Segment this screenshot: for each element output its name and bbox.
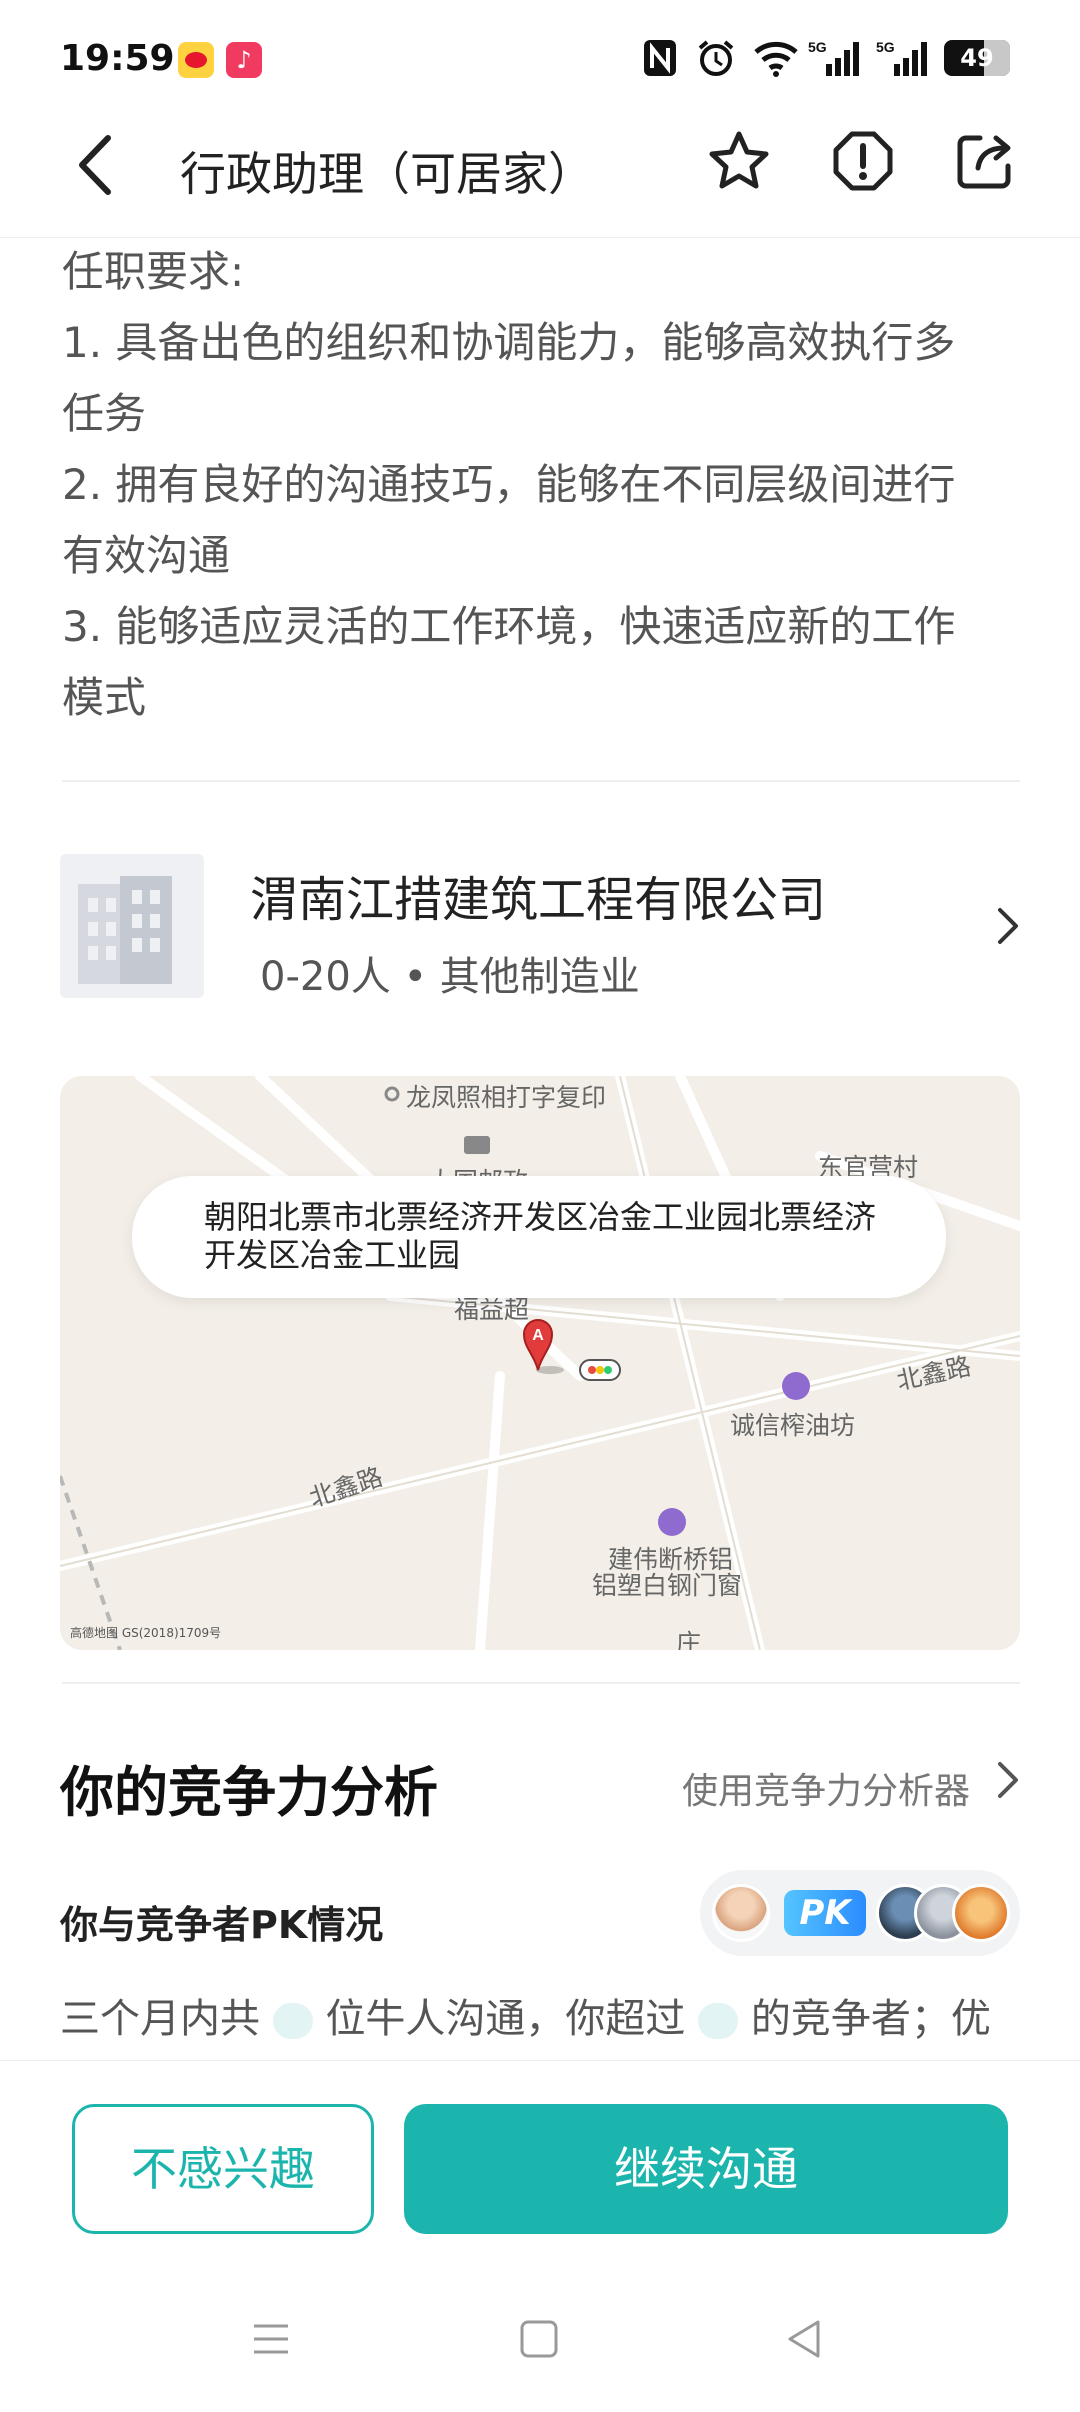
chevron-right-icon[interactable] xyxy=(994,904,1024,952)
music-icon: ♪ xyxy=(226,42,262,78)
map-poi-label: 诚信榨油坊 xyxy=(730,1411,856,1440)
blurred-value xyxy=(698,2003,739,2039)
page-title: 行政助理（可居家） xyxy=(180,147,594,201)
requirements-heading: 任职要求: xyxy=(62,247,245,296)
wifi-icon xyxy=(752,38,798,78)
battery-icon: 49 xyxy=(944,40,1010,76)
weibo-icon xyxy=(178,42,214,78)
back-nav-icon[interactable] xyxy=(784,2318,826,2364)
home-nav-icon[interactable] xyxy=(518,2318,560,2364)
summary-text: 位牛人沟通，你超过 xyxy=(325,1996,686,2042)
share-icon[interactable] xyxy=(952,128,1018,194)
competition-title: 你的竞争力分析 xyxy=(60,1761,438,1824)
signal-1-label: 5G xyxy=(808,39,827,55)
battery-level: 49 xyxy=(960,44,994,72)
status-time: 19:59 xyxy=(60,38,175,79)
back-arrow-icon[interactable] xyxy=(70,130,120,204)
map-pin-label: A xyxy=(532,1327,544,1344)
company-logo[interactable] xyxy=(60,854,204,998)
signal-icon: 5G xyxy=(808,38,860,78)
company-meta: 0-20人 • 其他制造业 xyxy=(260,954,640,1000)
map-poi-label: 庄 xyxy=(676,1629,702,1650)
competition-analyzer-link[interactable]: 使用竞争力分析器 xyxy=(682,1762,970,1814)
location-map[interactable]: 龙凤照相打字复印 大国邮政 东官营村 福益超 诚信榨油坊 北鑫路 北鑫路 建伟断… xyxy=(60,1076,1020,1650)
summary-text: 的竞争者；优 xyxy=(750,1996,991,2042)
pk-badge: PK xyxy=(784,1890,866,1936)
continue-chat-button[interactable]: 继续沟通 xyxy=(404,2104,1008,2234)
star-icon[interactable] xyxy=(706,128,772,194)
map-pin-icon: A xyxy=(520,1314,568,1378)
divider xyxy=(62,1682,1020,1684)
chevron-right-icon[interactable] xyxy=(994,1758,1024,1806)
signal-2-label: 5G xyxy=(876,39,895,55)
requirement-line: 有效沟通 xyxy=(62,531,231,580)
competition-summary: 三个月内共 位牛人沟通，你超过 的竞争者；优 xyxy=(60,1986,1020,2044)
not-interested-button[interactable]: 不感兴趣 xyxy=(72,2104,374,2234)
summary-text: 三个月内共 xyxy=(60,1996,260,2042)
job-requirements: 任职要求: 1. 具备出色的组织和协调能力，能够高效执行多 任务 2. 拥有良好… xyxy=(62,236,1022,733)
status-icons: 5G 5G 49 xyxy=(640,38,1010,78)
address-bubble[interactable]: 朝阳北票市北票经济开发区冶金工业园北票经济开发区冶金工业园 xyxy=(132,1176,946,1298)
menu-nav-icon[interactable] xyxy=(250,2318,292,2364)
avatar xyxy=(712,1884,770,1942)
blurred-value xyxy=(272,2003,313,2039)
signal-icon-2: 5G xyxy=(876,38,928,78)
requirement-line: 模式 xyxy=(62,673,147,722)
report-alert-icon[interactable] xyxy=(830,128,896,194)
company-name[interactable]: 渭南江措建筑工程有限公司 xyxy=(250,860,826,930)
map-poi-label: 龙凤照相打字复印 xyxy=(406,1083,607,1112)
requirement-line: 任务 xyxy=(62,389,147,438)
requirement-line: 3. 能够适应灵活的工作环境，快速适应新的工作 xyxy=(62,602,956,651)
status-bar: 19:59 ♪ 5G 5G 49 xyxy=(0,0,1080,120)
nfc-icon xyxy=(640,38,680,78)
requirement-line: 2. 拥有良好的沟通技巧，能够在不同层级间进行 xyxy=(62,460,956,509)
divider xyxy=(62,780,1020,782)
map-poi-label: 铝塑白钢门窗 xyxy=(592,1571,743,1600)
avatar xyxy=(952,1884,1010,1942)
requirement-line: 1. 具备出色的组织和协调能力，能够高效执行多 xyxy=(62,318,956,367)
alarm-icon xyxy=(696,38,736,78)
pk-label: 你与竞争者PK情况 xyxy=(60,1903,384,1947)
map-attribution: 高德地图 GS(2018)1709号 xyxy=(70,1626,222,1640)
